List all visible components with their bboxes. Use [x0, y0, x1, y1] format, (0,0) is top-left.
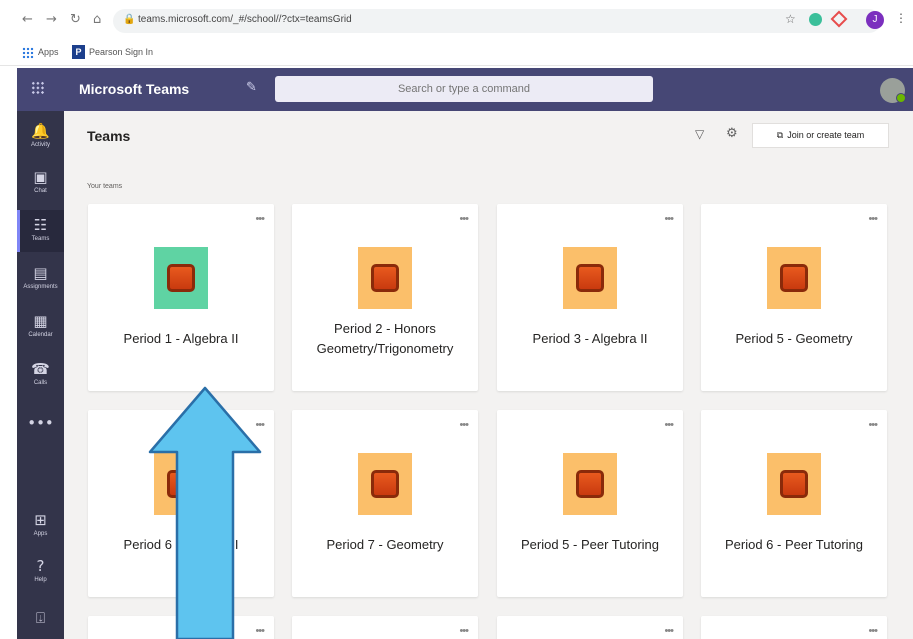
app-title: Microsoft Teams [79, 81, 190, 97]
rail-item-teams[interactable]: ☷ Teams [17, 210, 64, 252]
screenshot-root: ← → ↻ ⌂ 🔒 teams.microsoft.com/_#/school/… [0, 0, 913, 639]
team-card-partial[interactable]: ••• [497, 616, 683, 639]
team-name: Period 7 - Geometry [326, 537, 444, 552]
back-icon[interactable]: ← [22, 12, 33, 27]
rail-label: Chat [34, 188, 47, 194]
more-options-icon[interactable]: ••• [664, 419, 674, 431]
help-icon: ? [36, 557, 45, 575]
browser-profile-avatar[interactable]: J [866, 11, 884, 29]
apps-icon: ⊞ [34, 511, 47, 529]
search-input[interactable] [275, 76, 653, 102]
team-card-period-5-peer-tutoring[interactable]: ••• Period 5 - Peer Tutoring [497, 410, 683, 597]
team-card-partial[interactable]: ••• [701, 616, 887, 639]
rail-item-help[interactable]: ? Help [17, 551, 64, 593]
download-icon: ⍗ [35, 609, 45, 627]
team-add-icon: ⧉ [776, 131, 784, 141]
rail-item-activity[interactable]: 🔔 Activity [17, 116, 64, 158]
rail-item-apps[interactable]: ⊞ Apps [17, 505, 64, 547]
reload-icon[interactable]: ↻ [70, 12, 81, 27]
team-card-period-2-honors-geometry[interactable]: ••• Period 2 - Honors Geometry/Trigonome… [292, 204, 478, 391]
more-options-icon[interactable]: ••• [459, 625, 469, 637]
rail-label: Calls [33, 380, 48, 386]
team-card-partial[interactable]: ••• [292, 616, 478, 639]
bookmark-apps[interactable]: Apps [38, 47, 59, 57]
team-tile [358, 247, 412, 309]
rail-item-download[interactable]: ⍗ [17, 603, 64, 639]
team-card-period-1-algebra-ii[interactable]: ••• Period 1 - Algebra II [88, 204, 274, 391]
rail-item-assignments[interactable]: ▤ Assignments [17, 258, 64, 300]
page-title: Teams [87, 128, 131, 144]
rail-label: Assignments [23, 284, 58, 290]
assignments-icon: ▤ [33, 264, 48, 282]
team-tile [154, 247, 208, 309]
teams-icon: ☷ [33, 216, 48, 234]
team-name: Period 5 - Geometry [735, 331, 853, 346]
lock-icon: 🔒 [123, 14, 136, 25]
url-text: teams.microsoft.com/_#/school//?ctx=team… [138, 14, 352, 25]
team-name: Period 3 - Algebra II [532, 331, 648, 346]
team-tile [358, 453, 412, 515]
rail-label: Calendar [28, 332, 53, 338]
team-name: Period 6 - Peer Tutoring [724, 537, 864, 552]
team-tile [767, 453, 821, 515]
rail-item-calendar[interactable]: ▦ Calendar [17, 306, 64, 348]
team-name: Period 2 - Honors Geometry/Trigonometry [316, 321, 454, 356]
bookmark-pearson[interactable]: Pearson Sign In [89, 47, 153, 57]
rail-label: Apps [33, 531, 48, 537]
team-logo-icon [780, 264, 808, 292]
more-options-icon[interactable]: ••• [664, 213, 674, 225]
rail-item-calls[interactable]: ☎ Calls [17, 354, 64, 396]
team-logo-icon [167, 264, 195, 292]
team-card-period-3-algebra-ii[interactable]: ••• Period 3 - Algebra II [497, 204, 683, 391]
pearson-icon: P [72, 45, 85, 59]
more-options-icon[interactable]: ••• [459, 419, 469, 431]
user-avatar[interactable] [880, 78, 906, 103]
join-or-create-team-button[interactable]: ⧉ Join or create team [752, 123, 889, 148]
more-options-icon[interactable]: ••• [868, 213, 878, 225]
more-options-icon[interactable]: ••• [255, 213, 265, 225]
more-apps-icon[interactable]: ••• [17, 414, 64, 432]
browser-menu-icon[interactable]: ⋮ [895, 11, 907, 25]
team-logo-icon [576, 264, 604, 292]
home-icon[interactable]: ⌂ [93, 12, 101, 27]
rail-label: Activity [30, 142, 50, 148]
address-bar[interactable]: 🔒 teams.microsoft.com/_#/school//?ctx=te… [113, 9, 881, 33]
team-tile [563, 453, 617, 515]
team-name: Period 1 - Algebra II [123, 331, 239, 346]
team-logo-icon [371, 264, 399, 292]
team-name: Period 5 - Peer Tutoring [520, 537, 660, 552]
join-button-label: Join or create team [787, 130, 865, 140]
pointer-arrow-annotation [148, 386, 262, 639]
extension-green-icon[interactable] [809, 13, 822, 26]
calendar-icon: ▦ [33, 312, 48, 330]
section-label: Your teams [87, 183, 123, 190]
rail-label: Help [34, 577, 47, 583]
apps-grid-icon[interactable] [22, 47, 34, 59]
phone-icon: ☎ [31, 360, 50, 378]
more-options-icon[interactable]: ••• [664, 625, 674, 637]
bell-icon: 🔔 [31, 122, 50, 140]
more-options-icon[interactable]: ••• [868, 419, 878, 431]
team-tile [563, 247, 617, 309]
team-logo-icon [576, 470, 604, 498]
chat-icon: ▣ [33, 168, 48, 186]
team-tile [767, 247, 821, 309]
team-card-period-6-peer-tutoring[interactable]: ••• Period 6 - Peer Tutoring [701, 410, 887, 597]
compose-icon[interactable]: ✎ [246, 80, 257, 95]
bookmark-star-icon[interactable]: ☆ [785, 12, 796, 26]
team-logo-icon [371, 470, 399, 498]
more-options-icon[interactable]: ••• [868, 625, 878, 637]
team-card-period-7-geometry[interactable]: ••• Period 7 - Geometry [292, 410, 478, 597]
team-logo-icon [780, 470, 808, 498]
app-launcher-icon[interactable] [31, 81, 45, 95]
more-options-icon[interactable]: ••• [459, 213, 469, 225]
arrow-shape [148, 386, 262, 639]
filter-icon[interactable]: ▽ [695, 127, 704, 141]
rail-item-chat[interactable]: ▣ Chat [17, 162, 64, 204]
team-card-period-5-geometry[interactable]: ••• Period 5 - Geometry [701, 204, 887, 391]
settings-gear-icon[interactable]: ⚙ [726, 126, 738, 141]
rail-label: Teams [31, 236, 50, 242]
forward-icon[interactable]: → [46, 12, 57, 27]
